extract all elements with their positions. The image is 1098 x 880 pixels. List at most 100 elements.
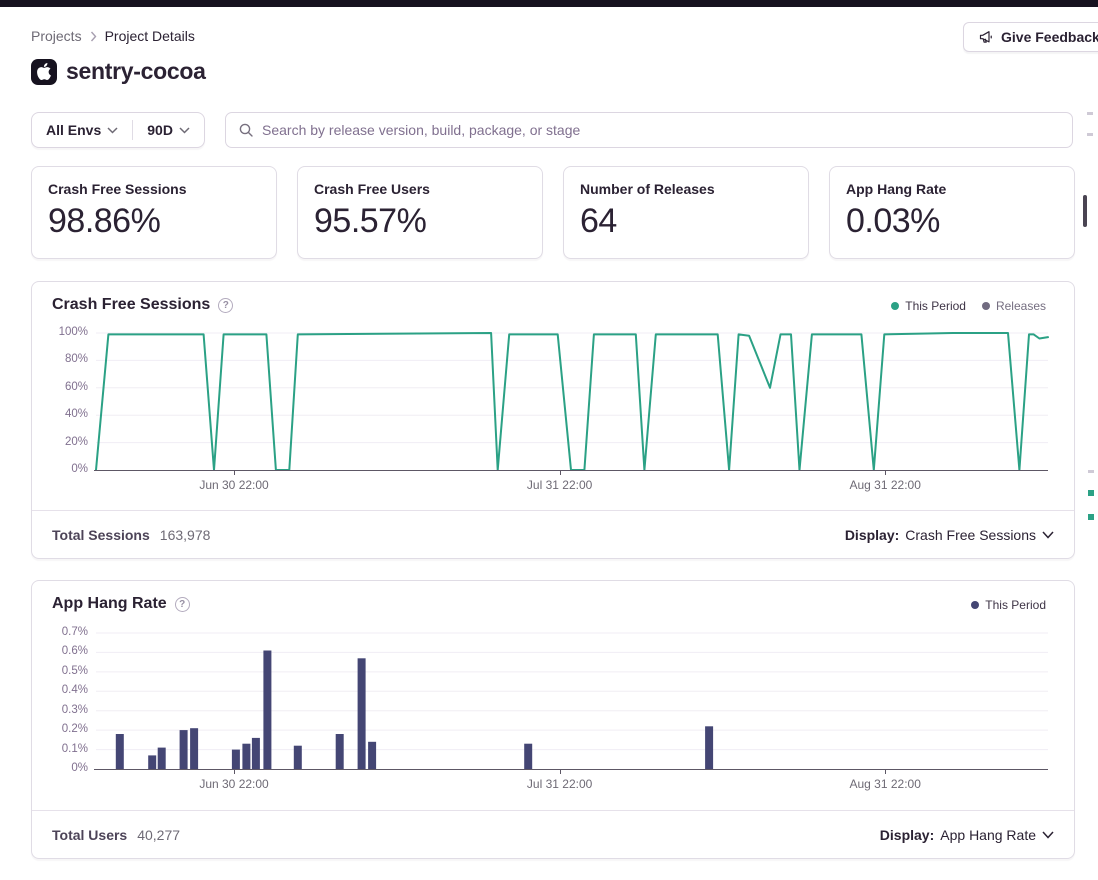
hang-rate-bar [524, 744, 532, 769]
top-border-bar [0, 0, 1098, 7]
stat-card-crash-free-sessions: Crash Free Sessions 98.86% [31, 166, 277, 259]
stat-card-value: 0.03% [846, 202, 1058, 241]
sidebar-cutoff-fragment [1087, 112, 1093, 115]
x-axis-tick [885, 470, 886, 475]
hang-rate-bar [368, 742, 376, 769]
x-axis-line [94, 470, 1048, 471]
stat-card-crash-free-users: Crash Free Users 95.57% [297, 166, 543, 259]
stat-card-value: 98.86% [48, 202, 260, 241]
hang-rate-bar [358, 658, 366, 769]
hang-rate-bar [232, 750, 240, 769]
y-axis-label: 0% [32, 463, 88, 475]
sidebar-cutoff-fragment [1088, 470, 1094, 473]
hang-rate-bar-chart[interactable] [96, 633, 1048, 769]
x-axis-label: Jul 31 22:00 [527, 777, 592, 791]
total-users-value: 40,277 [137, 827, 180, 843]
hang-rate-bar [263, 651, 271, 770]
help-question-icon[interactable]: ? [175, 597, 190, 612]
hang-rate-bar [336, 734, 344, 769]
breadcrumb-current: Project Details [105, 28, 195, 44]
date-range-label: 90D [147, 122, 173, 138]
chart-legend: This Period Releases [891, 299, 1046, 313]
x-axis-label: Aug 31 22:00 [850, 478, 921, 492]
y-axis-label: 0.5% [32, 665, 88, 677]
y-axis-label: 0.2% [32, 723, 88, 735]
hang-rate-bar [116, 734, 124, 769]
y-axis-label: 0.3% [32, 704, 88, 716]
legend-label: This Period [905, 299, 966, 313]
hang-rate-bar [252, 738, 260, 769]
legend-item-this-period[interactable]: This Period [971, 598, 1046, 612]
date-range-dropdown[interactable]: 90D [133, 113, 204, 147]
legend-label: This Period [985, 598, 1046, 612]
display-label: Display: [845, 527, 899, 543]
y-axis-label: 0.7% [32, 626, 88, 638]
legend-dot [891, 302, 899, 310]
stat-card-app-hang-rate: App Hang Rate 0.03% [829, 166, 1075, 259]
app-hang-rate-panel: App Hang Rate ? This Period Total Users … [31, 580, 1075, 859]
panel-footer: Total Sessions 163,978 Display: Crash Fr… [32, 510, 1074, 558]
x-axis-label: Jun 30 22:00 [199, 777, 268, 791]
x-axis-label: Aug 31 22:00 [850, 777, 921, 791]
stat-card-value: 95.57% [314, 202, 526, 241]
search-icon [238, 122, 254, 138]
y-axis-label: 20% [32, 436, 88, 448]
sessions-trend-line [96, 333, 1048, 470]
help-question-icon[interactable]: ? [218, 298, 233, 313]
sidebar-cutoff-fragment [1087, 133, 1093, 136]
scrollbar-thumb[interactable] [1083, 195, 1087, 227]
legend-item-this-period[interactable]: This Period [891, 299, 966, 313]
y-axis-label: 80% [32, 353, 88, 365]
stat-card-value: 64 [580, 202, 792, 241]
give-feedback-label: Give Feedback [1001, 29, 1098, 45]
x-axis-tick [560, 470, 561, 475]
display-metric-dropdown[interactable]: Display: Crash Free Sessions [845, 527, 1054, 543]
chart-legend: This Period [971, 598, 1046, 612]
hang-rate-bar [148, 755, 156, 769]
page-filter-bar: All Envs 90D [31, 112, 205, 148]
stat-card-label: App Hang Rate [846, 181, 1058, 197]
sessions-line-chart[interactable] [96, 333, 1048, 470]
hang-rate-bar [158, 748, 166, 769]
crash-free-sessions-panel: Crash Free Sessions ? This Period Releas… [31, 281, 1075, 559]
search-input[interactable] [262, 122, 1060, 138]
hang-rate-bar [190, 728, 198, 769]
x-axis-tick [234, 470, 235, 475]
chevron-down-icon [179, 127, 190, 134]
y-axis-label: 100% [32, 326, 88, 338]
sidebar-cutoff-fragment [1088, 490, 1094, 496]
display-label: Display: [880, 827, 934, 843]
panel-title: App Hang Rate ? [52, 595, 190, 613]
stat-card-label: Number of Releases [580, 181, 792, 197]
y-axis-label: 0.6% [32, 645, 88, 657]
y-axis-label: 40% [32, 408, 88, 420]
apple-platform-icon [31, 59, 57, 85]
environment-filter-dropdown[interactable]: All Envs [32, 113, 132, 147]
stat-card-number-of-releases: Number of Releases 64 [563, 166, 809, 259]
chevron-down-icon [1042, 531, 1054, 539]
display-metric-dropdown[interactable]: Display: App Hang Rate [880, 827, 1054, 843]
display-value: Crash Free Sessions [905, 527, 1036, 543]
y-axis-label: 0% [32, 762, 88, 774]
total-users-label: Total Users [52, 827, 127, 843]
hang-rate-bar [180, 730, 188, 769]
breadcrumb: Projects Project Details [31, 28, 195, 44]
legend-dot [982, 302, 990, 310]
release-search-box [225, 112, 1073, 148]
megaphone-icon [978, 29, 994, 45]
give-feedback-button[interactable]: Give Feedback [963, 22, 1098, 52]
legend-item-releases[interactable]: Releases [982, 299, 1046, 313]
sidebar-cutoff-fragment [1088, 514, 1094, 520]
chevron-down-icon [1042, 831, 1054, 839]
breadcrumb-projects-link[interactable]: Projects [31, 28, 82, 44]
x-axis-tick [560, 769, 561, 774]
x-axis-line [94, 769, 1048, 770]
stat-card-label: Crash Free Users [314, 181, 526, 197]
chevron-down-icon [107, 127, 118, 134]
legend-dot [971, 601, 979, 609]
project-details-page: Projects Project Details Give Feedback s… [0, 0, 1098, 880]
hang-rate-bar [705, 726, 713, 769]
project-title-row: sentry-cocoa [31, 58, 206, 85]
legend-label: Releases [996, 299, 1046, 313]
hang-rate-bar [242, 744, 250, 769]
